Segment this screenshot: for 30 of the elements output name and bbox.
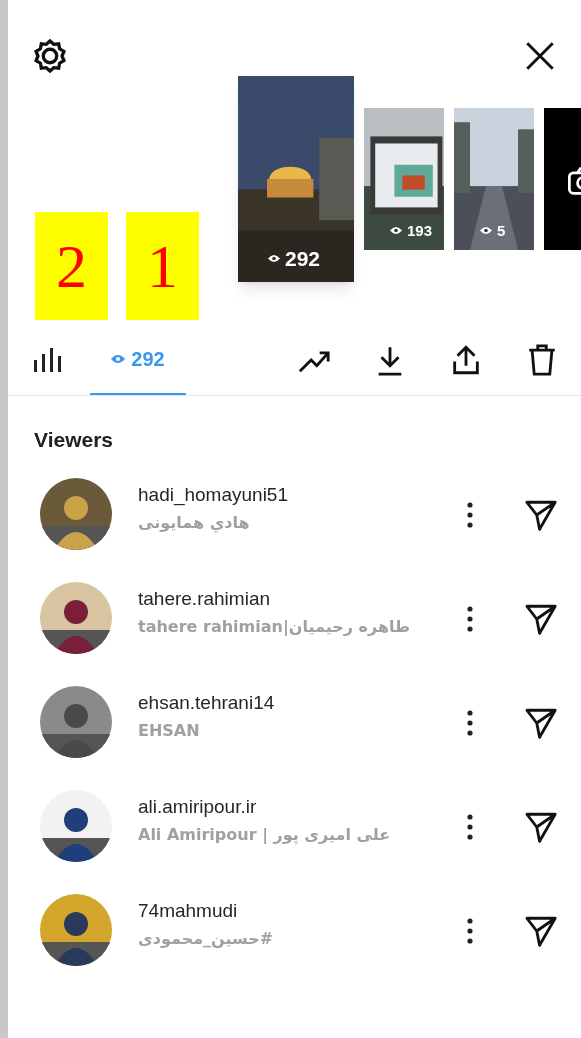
view-count: 193 xyxy=(407,220,433,241)
full-name: #حسین_محمودی xyxy=(138,927,275,950)
view-count: 5 xyxy=(497,220,506,241)
eye-icon xyxy=(480,226,492,236)
full-name: tahere rahimian|طاهره رحیمیان xyxy=(138,615,412,638)
view-count: 292 xyxy=(285,245,321,272)
story-thumbnail[interactable]: 5 xyxy=(454,108,534,250)
more-icon[interactable] xyxy=(467,813,473,840)
more-icon[interactable] xyxy=(467,605,473,632)
username[interactable]: ehsan.tehrani14 xyxy=(138,689,413,716)
settings-icon[interactable] xyxy=(32,38,68,74)
section-heading: Viewers xyxy=(34,427,114,453)
more-icon[interactable] xyxy=(467,709,473,736)
annotation-label: 2 xyxy=(35,212,108,320)
annotation-label: 1 xyxy=(126,212,199,320)
full-name: Ali Amiripour | علی امیری پور xyxy=(138,823,392,846)
username[interactable]: 74mahmudi xyxy=(138,897,413,924)
more-icon[interactable] xyxy=(467,917,473,944)
story-thumbnail[interactable]: 193 xyxy=(364,108,444,250)
eye-icon xyxy=(268,253,280,263)
eye-icon xyxy=(390,226,402,236)
full-name: EHSAN xyxy=(138,719,201,742)
username[interactable]: tahere.rahimian xyxy=(138,585,413,612)
full-name: هادي همايونی xyxy=(138,511,251,535)
story-thumbnail[interactable]: 292 xyxy=(238,76,354,282)
username[interactable]: ali.amiripour.ir xyxy=(138,793,413,820)
username[interactable]: hadi_homayuni51 xyxy=(138,481,413,508)
more-icon[interactable] xyxy=(467,501,473,528)
close-icon[interactable] xyxy=(523,39,557,73)
eye-icon xyxy=(111,353,126,364)
